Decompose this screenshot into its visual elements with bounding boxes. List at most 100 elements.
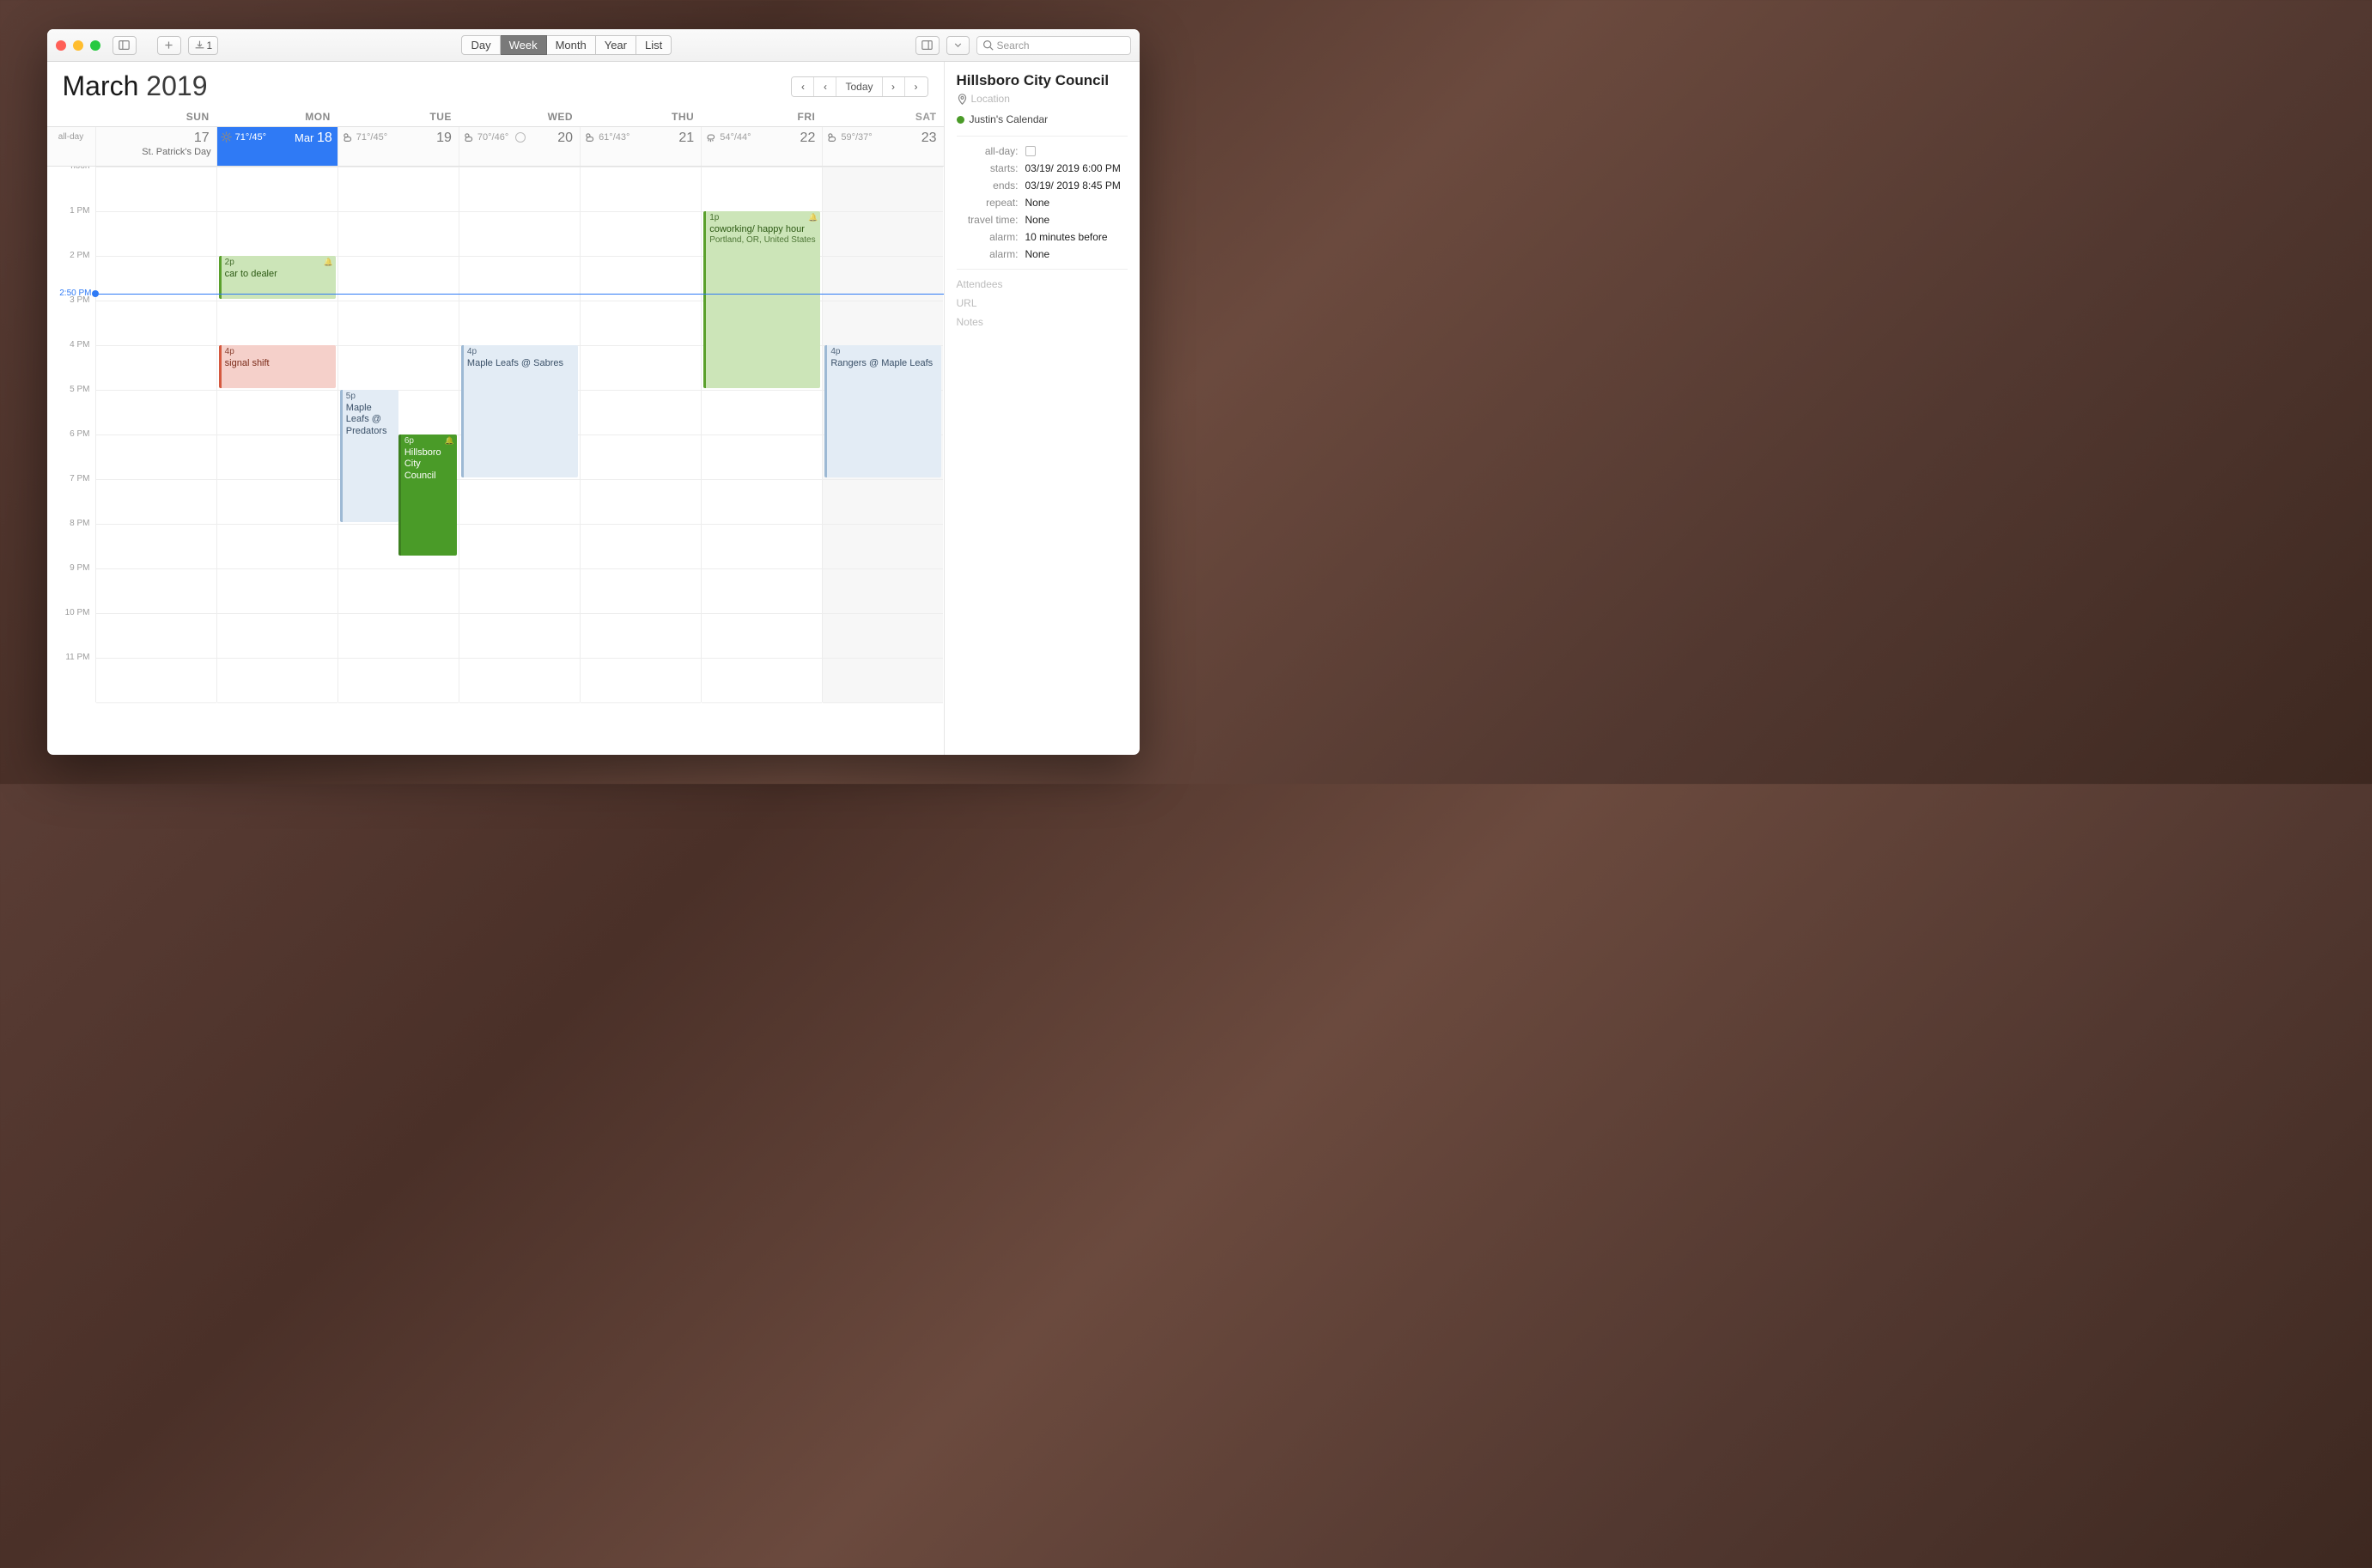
day-head-sun: SUN <box>95 107 216 126</box>
hour-label: 6 PM <box>47 429 95 474</box>
event-location-field[interactable]: Location <box>957 93 1128 105</box>
allday-cell-6[interactable]: 59°/37°23 <box>822 127 943 166</box>
day-column-0[interactable] <box>95 167 216 702</box>
inspector-row[interactable]: all-day: <box>957 145 1128 157</box>
day-column-4[interactable] <box>580 167 701 702</box>
time-gutter: noon1 PM2 PM3 PM4 PM5 PM6 PM7 PM8 PM9 PM… <box>47 167 95 702</box>
allday-cell-1[interactable]: 71°/45°18 <box>216 127 338 166</box>
toolbar: 1 DayWeekMonthYearList Search <box>47 29 1140 62</box>
inspector-label: repeat: <box>957 197 1019 209</box>
allday-cell-4[interactable]: 61°/43°21 <box>580 127 701 166</box>
zoom-window-button[interactable] <box>90 40 100 51</box>
calendar-area: March 2019 ‹ ‹ Today › › SUNMONTUEWEDTHU… <box>47 62 944 755</box>
hour-label: 5 PM <box>47 385 95 429</box>
date-number: 17 <box>194 131 210 146</box>
time-grid-wrap[interactable]: noon1 PM2 PM3 PM4 PM5 PM6 PM7 PM8 PM9 PM… <box>47 167 944 755</box>
inspector-row[interactable]: starts: 03/19/ 2019 6:00 PM <box>957 162 1128 174</box>
hour-label: 11 PM <box>47 653 95 697</box>
inspector-value[interactable]: None <box>1025 214 1050 226</box>
download-icon <box>194 40 205 51</box>
prev-week-button[interactable]: ‹ <box>792 77 814 96</box>
event-block[interactable]: 6pHillsboro City Council🔔 <box>398 435 457 556</box>
inspector-row[interactable]: alarm: None <box>957 248 1128 260</box>
now-time-label: 2:50 PM <box>47 289 92 298</box>
event-block[interactable]: 2pcar to dealer🔔 <box>219 256 336 299</box>
inspector-url-field[interactable]: URL <box>957 297 1128 309</box>
view-tab-week[interactable]: Week <box>501 35 547 55</box>
event-calendar[interactable]: Justin's Calendar <box>957 113 1128 125</box>
inspector-attendees-field[interactable]: Attendees <box>957 278 1128 290</box>
panel-dropdown-button[interactable] <box>946 36 970 55</box>
hour-label: 7 PM <box>47 474 95 519</box>
new-event-button[interactable] <box>157 36 181 55</box>
inspector-row[interactable]: ends:03/19/ 2019 8:45 PM <box>957 179 1128 191</box>
inspector-value[interactable]: 10 minutes before <box>1025 231 1108 243</box>
weather-temp: 59°/37° <box>841 132 872 143</box>
hour-label: 4 PM <box>47 340 95 385</box>
view-tab-day[interactable]: Day <box>461 35 500 55</box>
inspector-value[interactable]: 03/19/ 2019 6:00 PM <box>1025 162 1121 174</box>
date-number: 18 <box>295 131 332 146</box>
prev-day-button[interactable]: ‹ <box>814 77 836 96</box>
bell-icon: 🔔 <box>324 258 333 267</box>
time-grid: noon1 PM2 PM3 PM4 PM5 PM6 PM7 PM8 PM9 PM… <box>47 167 944 702</box>
view-tab-month[interactable]: Month <box>547 35 596 55</box>
allday-event[interactable]: St. Patrick's Day <box>100 147 211 157</box>
inspector-row[interactable]: travel time: None <box>957 214 1128 226</box>
hour-label: 10 PM <box>47 608 95 653</box>
hour-label: noon <box>47 167 95 206</box>
event-title[interactable]: Hillsboro City Council <box>957 72 1128 89</box>
sidebar-toggle-button[interactable] <box>113 36 137 55</box>
allday-checkbox[interactable] <box>1025 146 1036 156</box>
date-number: 20 <box>557 131 573 146</box>
view-tab-list[interactable]: List <box>636 35 672 55</box>
hour-label: 1 PM <box>47 206 95 251</box>
event-title: signal shift <box>225 358 332 370</box>
allday-cell-5[interactable]: 54°/44°22 <box>701 127 822 166</box>
event-title: Hillsboro City Council <box>404 447 453 483</box>
inspector-label: starts: <box>957 162 1019 174</box>
date-number: 21 <box>678 131 694 146</box>
allday-cell-3[interactable]: 70°/46°20 <box>459 127 580 166</box>
next-day-button[interactable]: › <box>883 77 905 96</box>
event-title: Maple Leafs @ Sabres <box>467 358 575 370</box>
next-week-button[interactable]: › <box>905 77 928 96</box>
app-window: 1 DayWeekMonthYearList Search March 2019… <box>47 29 1140 755</box>
allday-cell-2[interactable]: 71°/45°19 <box>338 127 459 166</box>
inbox-button[interactable]: 1 <box>188 36 219 55</box>
close-window-button[interactable] <box>56 40 66 51</box>
calendar-color-dot <box>957 116 964 124</box>
nav-buttons: ‹ ‹ Today › › <box>791 76 928 97</box>
day-column-2[interactable]: 5pMaple Leafs @ Predators6pHillsboro Cit… <box>338 167 459 702</box>
panel-toggle-button[interactable] <box>915 36 940 55</box>
day-column-1[interactable]: 2pcar to dealer🔔 4psignal shift <box>216 167 338 702</box>
event-time: 1p <box>709 213 817 224</box>
event-block[interactable]: 4pRangers @ Maple Leafs <box>824 345 941 477</box>
minimize-window-button[interactable] <box>73 40 83 51</box>
event-block[interactable]: 4psignal shift <box>219 345 336 388</box>
view-tab-year[interactable]: Year <box>596 35 636 55</box>
weather-icon <box>221 131 232 143</box>
day-column-5[interactable]: 1pcoworking/ happy hourPortland, OR, Uni… <box>701 167 822 702</box>
day-column-6[interactable]: 4pRangers @ Maple Leafs <box>822 167 943 702</box>
search-input[interactable]: Search <box>976 36 1131 55</box>
today-button[interactable]: Today <box>836 77 882 96</box>
day-head-wed: WED <box>459 107 580 126</box>
panel-icon <box>921 40 933 51</box>
inspector-value[interactable]: None <box>1025 248 1050 260</box>
inspector-row[interactable]: alarm:10 minutes before <box>957 231 1128 243</box>
inspector-value[interactable]: None <box>1025 197 1050 209</box>
inspector-value[interactable]: 03/19/ 2019 8:45 PM <box>1025 179 1121 191</box>
inspector-row[interactable]: repeat: None <box>957 197 1128 209</box>
event-block[interactable]: 4pMaple Leafs @ Sabres <box>461 345 578 477</box>
allday-cell-0[interactable]: 17St. Patrick's Day <box>95 127 216 166</box>
inspector-label: travel time: <box>957 214 1019 226</box>
day-head-fri: FRI <box>701 107 822 126</box>
inspector-notes-field[interactable]: Notes <box>957 316 1128 328</box>
event-block[interactable]: 5pMaple Leafs @ Predators <box>340 390 398 522</box>
event-block[interactable]: 1pcoworking/ happy hourPortland, OR, Uni… <box>703 211 820 388</box>
day-header-row: SUNMONTUEWEDTHUFRISAT <box>47 107 944 127</box>
inspector-label: alarm: <box>957 248 1019 260</box>
moon-phase-icon <box>515 132 526 143</box>
day-column-3[interactable]: 4pMaple Leafs @ Sabres <box>459 167 580 702</box>
